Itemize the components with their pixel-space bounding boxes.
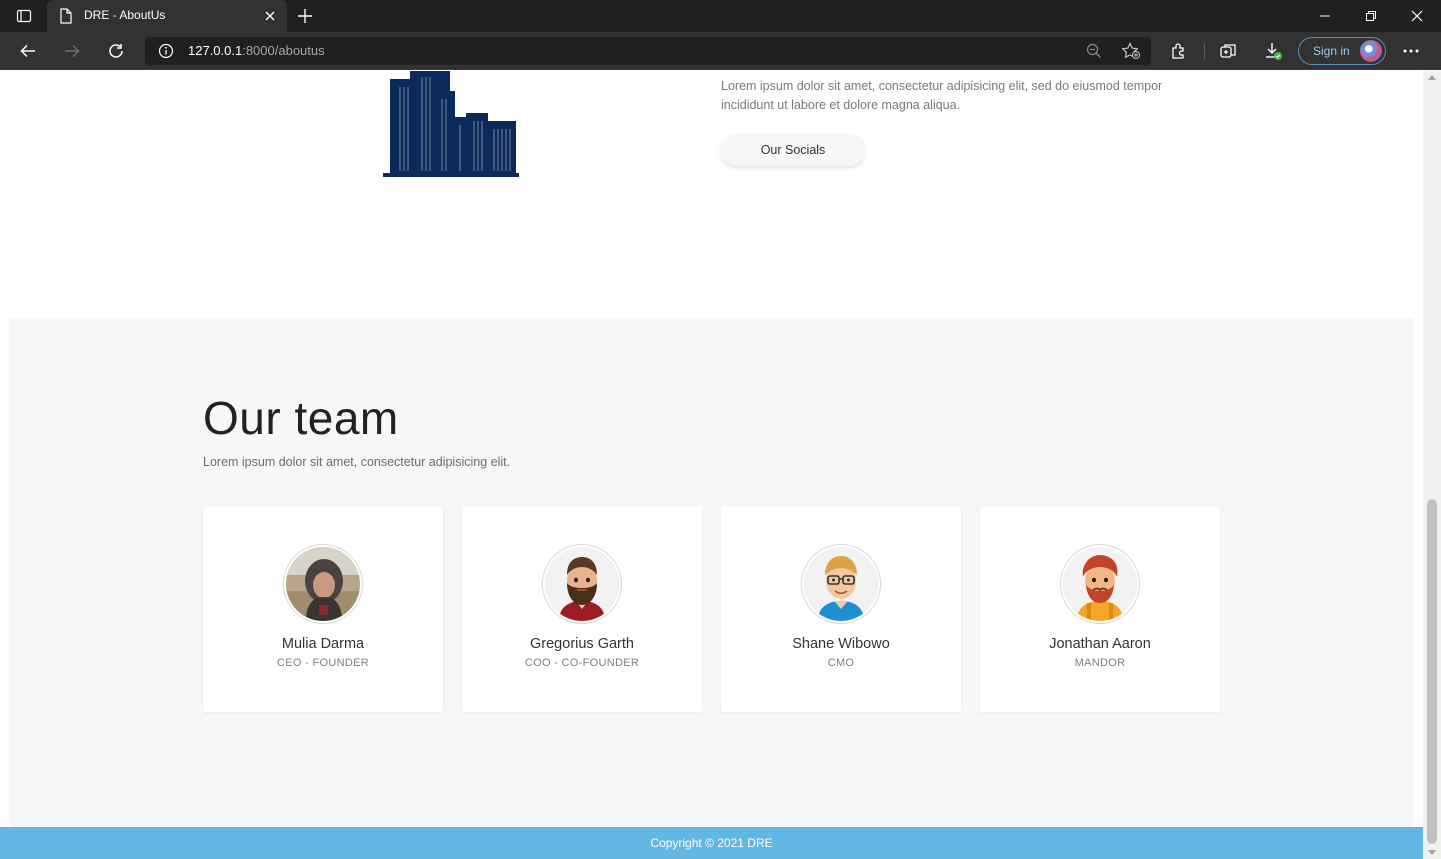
tab-actions-icon <box>16 9 32 23</box>
tab-actions-button[interactable] <box>10 6 38 26</box>
member-name: Jonathan Aaron <box>1049 636 1151 652</box>
collections-icon <box>1220 44 1236 58</box>
team-section: Our team Lorem ipsum dolor sit amet, con… <box>10 318 1413 838</box>
active-tab[interactable]: DRE - AboutUs <box>47 0 287 32</box>
member-name: Shane Wibowo <box>792 636 890 652</box>
forward-button[interactable] <box>61 40 83 62</box>
avatar-frame <box>283 544 363 624</box>
tab-title: DRE - AboutUs <box>84 8 166 22</box>
page-footer: Copyright © 2021 DRE <box>0 827 1423 859</box>
more-options-icon[interactable] <box>1402 42 1420 60</box>
glasses-man-avatar <box>804 547 878 621</box>
sign-in-button[interactable]: Sign in <box>1298 37 1386 65</box>
address-bar[interactable]: 127.0.0.1:8000/aboutus <box>145 37 1151 65</box>
collections-button[interactable] <box>1218 41 1238 61</box>
copyright-text: Copyright © 2021 DRE <box>650 836 773 850</box>
new-tab-icon[interactable] <box>295 6 315 26</box>
url-text[interactable]: 127.0.0.1:8000/aboutus <box>188 43 325 58</box>
team-card: Shane Wibowo CMO <box>721 506 961 712</box>
member-role: CMO <box>827 657 855 669</box>
page-icon <box>60 8 72 24</box>
zoom-out-icon[interactable] <box>1085 42 1103 60</box>
photo-avatar <box>286 547 360 621</box>
avatar-frame <box>801 544 881 624</box>
scroll-thumb[interactable] <box>1427 499 1437 844</box>
sign-in-label: Sign in <box>1313 44 1350 58</box>
add-favorite-icon[interactable] <box>1121 42 1141 60</box>
url-host: 127.0.0.1 <box>188 43 243 58</box>
tab-strip: DRE - AboutUs <box>0 0 1441 32</box>
restore-button[interactable] <box>1361 6 1381 26</box>
close-window-button[interactable] <box>1407 6 1427 26</box>
team-card: Jonathan Aaron MANDOR <box>980 506 1220 712</box>
member-name: Mulia Darma <box>281 636 365 652</box>
redhead-man-avatar <box>1063 547 1137 621</box>
our-socials-button[interactable]: Our Socials <box>721 134 865 166</box>
vertical-scrollbar[interactable] <box>1423 71 1441 859</box>
downloads-icon <box>1266 43 1282 60</box>
team-card: Mulia Darma CEO - FOUNDER <box>203 506 443 712</box>
downloads-button[interactable] <box>1263 41 1283 61</box>
minimize-button[interactable] <box>1315 6 1335 26</box>
forward-arrow-icon <box>65 44 80 58</box>
close-tab-icon[interactable] <box>263 9 277 23</box>
extensions-button[interactable] <box>1169 41 1189 61</box>
bearded-man-avatar <box>545 547 619 621</box>
url-path: :8000/aboutus <box>242 43 325 58</box>
refresh-icon <box>109 44 123 58</box>
scroll-up-arrow-icon[interactable] <box>1428 75 1436 80</box>
close-window-icon <box>1411 10 1423 22</box>
back-button[interactable] <box>17 40 39 62</box>
avatar-frame <box>542 544 622 624</box>
toolbar-divider <box>1204 43 1205 59</box>
page-viewport: Lorem ipsum dolor sit amet, consectetur … <box>0 71 1423 859</box>
extensions-puzzle-icon <box>1172 43 1184 59</box>
refresh-button[interactable] <box>105 40 127 62</box>
toolbar: 127.0.0.1:8000/aboutus Sign in <box>0 32 1441 70</box>
member-role: CEO - FOUNDER <box>277 657 369 669</box>
site-info-icon[interactable] <box>158 43 174 59</box>
about-paragraph: Lorem ipsum dolor sit amet, consectetur … <box>721 79 1163 112</box>
member-role: COO - CO-FOUNDER <box>524 657 640 669</box>
profile-avatar <box>1360 40 1382 62</box>
team-card: Gregorius Garth COO - CO-FOUNDER <box>462 506 702 712</box>
team-heading: Our team <box>203 392 399 444</box>
restore-icon <box>1366 11 1376 21</box>
minimize-icon <box>1320 15 1330 17</box>
scroll-down-arrow-icon[interactable] <box>1428 850 1436 855</box>
team-subtitle: Lorem ipsum dolor sit amet, consectetur … <box>203 455 511 469</box>
building-illustration <box>383 71 519 177</box>
member-name: Gregorius Garth <box>530 636 634 652</box>
back-arrow-icon <box>20 44 35 58</box>
member-role: MANDOR <box>1074 657 1126 669</box>
avatar-frame <box>1060 544 1140 624</box>
